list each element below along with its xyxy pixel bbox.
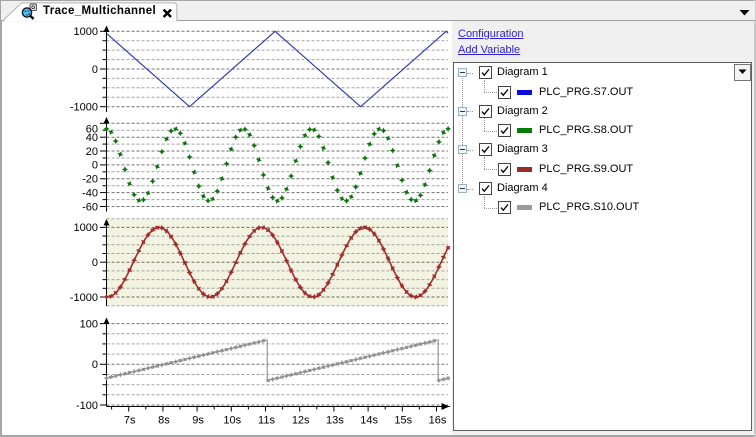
svg-text:7s: 7s: [124, 415, 136, 427]
svg-text:15s: 15s: [394, 415, 412, 427]
svg-text:14s: 14s: [360, 415, 378, 427]
svg-text:10s: 10s: [223, 415, 241, 427]
svg-text:-60: -60: [82, 201, 98, 213]
svg-text:-100: -100: [76, 400, 98, 412]
svg-text:11s: 11s: [258, 415, 275, 427]
svg-text:1000: 1000: [74, 222, 98, 234]
svg-text:0: 0: [92, 359, 98, 371]
svg-text:20: 20: [86, 146, 98, 158]
svg-text:12s: 12s: [292, 415, 310, 427]
svg-text:-20: -20: [82, 174, 98, 186]
svg-text:40: 40: [86, 132, 98, 144]
svg-text:-1000: -1000: [70, 292, 98, 304]
svg-text:13s: 13s: [326, 415, 344, 427]
svg-text:0: 0: [92, 257, 98, 269]
svg-text:-1000: -1000: [70, 102, 98, 114]
svg-text:8s: 8s: [158, 415, 170, 427]
svg-text:9s: 9s: [192, 415, 204, 427]
svg-text:1000: 1000: [74, 26, 98, 38]
svg-text:0: 0: [92, 160, 98, 172]
svg-text:0: 0: [92, 64, 98, 76]
svg-text:16s: 16s: [429, 415, 447, 427]
svg-text:-40: -40: [82, 188, 98, 200]
svg-text:100: 100: [80, 318, 98, 330]
